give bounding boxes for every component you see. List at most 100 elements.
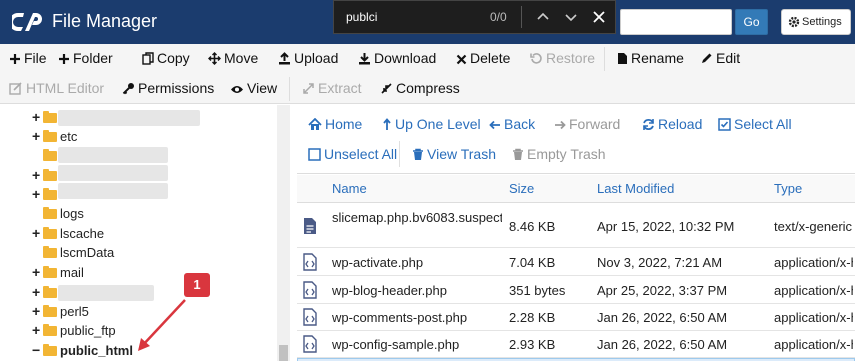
expand-icon[interactable]: + <box>32 128 43 144</box>
reload-button[interactable]: Reload <box>642 116 702 132</box>
tree-item[interactable]: + public_ftp <box>32 322 116 341</box>
copy-button[interactable]: Copy <box>142 50 190 66</box>
tree-scrollbar-thumb[interactable] <box>279 345 288 361</box>
view-trash-button[interactable]: View Trash <box>412 146 496 162</box>
back-button[interactable]: Back <box>489 116 535 132</box>
column-name[interactable]: Name <box>332 181 367 196</box>
restore-button[interactable]: Restore <box>530 50 595 66</box>
search-input[interactable] <box>620 9 732 35</box>
expand-icon[interactable]: + <box>32 322 43 338</box>
trash-icon <box>413 148 423 160</box>
column-type[interactable]: Type <box>774 181 802 196</box>
tree-item[interactable]: + etc <box>32 128 77 147</box>
expand-icon[interactable]: + <box>32 186 43 202</box>
chevron-down-icon[interactable] <box>562 7 580 27</box>
expand-icon[interactable]: + <box>32 284 43 300</box>
file-modified: Apr 15, 2022, 10:32 PM <box>597 219 735 234</box>
close-icon[interactable] <box>590 7 608 27</box>
forward-button[interactable]: Forward <box>554 116 620 132</box>
tree-scrollbar[interactable] <box>277 105 290 361</box>
expand-icon[interactable]: + <box>32 264 43 280</box>
new-file-button[interactable]: File <box>9 50 47 66</box>
file-code-icon <box>303 335 317 353</box>
permissions-button[interactable]: Permissions <box>122 80 214 96</box>
upload-button[interactable]: Upload <box>278 50 338 66</box>
restore-icon <box>530 53 542 64</box>
rename-button[interactable]: Rename <box>617 50 684 66</box>
tree-item-label: lscmData <box>60 245 115 260</box>
delete-button[interactable]: Delete <box>456 50 510 66</box>
expand-icon[interactable]: + <box>32 167 43 183</box>
tree-item[interactable]: + <box>32 109 60 128</box>
html-editor-button[interactable]: HTML Editor <box>9 80 104 96</box>
edit-icon <box>9 82 22 95</box>
table-row[interactable]: wp-comments-post.php 2.28 KB Jan 26, 202… <box>297 304 855 331</box>
column-size[interactable]: Size <box>509 181 534 196</box>
expand-icon[interactable]: + <box>32 225 43 241</box>
tree-item[interactable]: logs <box>43 206 84 225</box>
file-type: application/x-httpd-php <box>774 310 853 325</box>
file-icon <box>618 53 627 64</box>
file-modified: Apr 25, 2022, 3:37 PM <box>597 283 728 298</box>
go-button[interactable]: Go <box>735 9 768 35</box>
file-type: text/x-generic <box>774 219 853 234</box>
tree-item[interactable]: + <box>32 284 60 303</box>
file-size: 7.04 KB <box>509 255 556 270</box>
redacted-label <box>58 165 168 181</box>
expand-icon[interactable]: + <box>32 109 43 125</box>
download-button[interactable]: Download <box>358 50 436 66</box>
empty-trash-button[interactable]: Empty Trash <box>512 146 606 162</box>
expand-icon[interactable]: + <box>32 303 43 319</box>
step-badge: 1 <box>184 273 210 297</box>
file-name: slicemap.php.bv6083.suspected <box>332 210 502 225</box>
new-folder-button[interactable]: Folder <box>58 50 113 66</box>
folder-open-icon <box>43 344 57 356</box>
unselect-all-button[interactable]: Unselect All <box>308 146 397 162</box>
reload-label: Reload <box>658 116 703 132</box>
folder-icon <box>43 246 57 258</box>
tree-item[interactable]: lscmData <box>43 245 114 264</box>
view-button[interactable]: View <box>230 80 277 96</box>
folder-icon <box>43 149 57 161</box>
back-label: Back <box>504 116 536 132</box>
move-button[interactable]: Move <box>208 50 258 66</box>
tree-item[interactable]: + lscache <box>32 225 104 244</box>
file-code-icon <box>303 308 317 326</box>
collapse-icon[interactable]: − <box>32 342 43 358</box>
table-row[interactable]: wp-config-sample.php 2.93 KB Jan 26, 202… <box>297 331 855 358</box>
tree-item[interactable]: + mail <box>32 264 84 283</box>
new-folder-label: Folder <box>73 50 113 66</box>
edit-button[interactable]: Edit <box>700 50 740 66</box>
redacted-label <box>58 147 168 163</box>
table-row[interactable]: wp-blog-header.php 351 bytes Apr 25, 202… <box>297 277 855 304</box>
compress-button[interactable]: Compress <box>380 80 460 96</box>
tree-item[interactable]: + perl5 <box>32 303 89 322</box>
rename-label: Rename <box>631 50 684 66</box>
tree-item[interactable]: + <box>32 186 60 205</box>
home-button[interactable]: Home <box>308 116 362 132</box>
tree-item[interactable]: + <box>32 167 60 186</box>
folder-icon <box>43 324 57 336</box>
table-row[interactable]: slicemap.php.bv6083.suspected 8.46 KB Ap… <box>297 204 855 248</box>
find-match-count: 0/0 <box>490 10 507 24</box>
find-query[interactable]: publci <box>346 10 377 24</box>
file-name: wp-comments-post.php <box>332 310 468 325</box>
tree-item-public-html[interactable]: − public_html <box>32 342 133 361</box>
file-name: wp-blog-header.php <box>332 283 447 298</box>
arrow-icon <box>138 299 186 351</box>
arrow-right-icon <box>555 120 566 130</box>
table-row[interactable]: wp-activate.php 7.04 KB Nov 3, 2022, 7:2… <box>297 249 855 276</box>
settings-button[interactable]: Settings <box>781 9 851 35</box>
download-label: Download <box>374 50 437 66</box>
select-all-button[interactable]: Select All <box>718 116 792 132</box>
file-navigation-bar: Home Up One Level Back Forward Reload Se… <box>297 106 855 174</box>
view-label: View <box>247 80 278 96</box>
pencil-icon <box>702 53 712 63</box>
column-last-modified[interactable]: Last Modified <box>597 181 674 196</box>
up-one-level-label: Up One Level <box>395 116 481 132</box>
up-one-level-button[interactable]: Up One Level <box>382 116 481 132</box>
extract-button[interactable]: Extract <box>302 80 362 96</box>
file-size: 351 bytes <box>509 283 566 298</box>
html-editor-label: HTML Editor <box>26 80 105 96</box>
chevron-up-icon[interactable] <box>534 7 552 27</box>
